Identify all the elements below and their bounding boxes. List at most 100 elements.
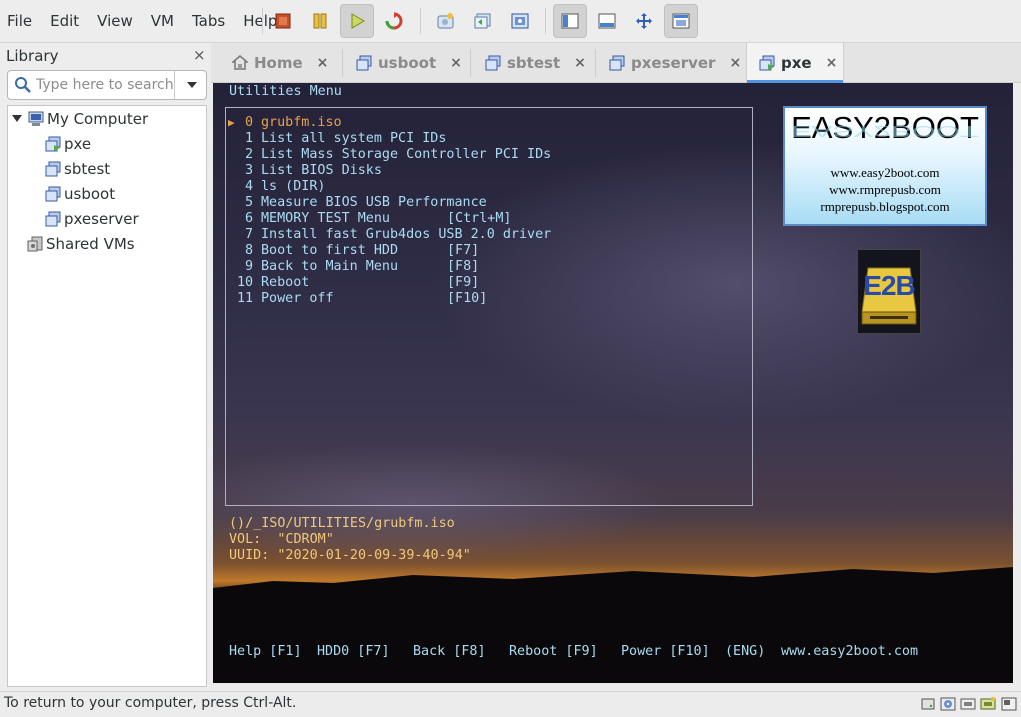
show-thumbnail-bar-button[interactable] <box>590 4 624 38</box>
tab-pxeserver[interactable]: pxeserver × <box>609 43 741 82</box>
menu-item-hotkey: [F9] <box>447 275 480 290</box>
library-title: Library <box>6 47 59 65</box>
search-dropdown-button[interactable] <box>174 71 208 99</box>
tree-item-sbtest[interactable]: sbtest <box>45 157 110 181</box>
status-message: To return to your computer, press Ctrl-A… <box>4 695 297 711</box>
tree-item-label: sbtest <box>64 160 111 178</box>
menu-tabs[interactable]: Tabs <box>183 0 234 42</box>
full-screen-button[interactable] <box>627 4 661 38</box>
power-off-button[interactable] <box>266 4 300 38</box>
boot-menu-item[interactable]: MEMORY TEST Menu <box>261 211 390 227</box>
iso-path: ()/_ISO/UTILITIES/grubfm.iso <box>229 516 455 531</box>
tree-item-my-computer[interactable]: My Computer <box>12 107 148 131</box>
tab-usboot[interactable]: usboot × <box>356 43 462 82</box>
toolbar-separator <box>420 8 421 34</box>
boot-menu-item[interactable]: Reboot <box>261 275 309 291</box>
show-library-button[interactable] <box>553 4 587 38</box>
menu-item-number: 8 <box>245 243 254 258</box>
tree-item-pxeserver[interactable]: pxeserver <box>45 207 139 231</box>
chevron-down-icon <box>186 82 197 88</box>
boot-menu-item[interactable]: Power off <box>261 291 334 307</box>
tab-close-icon[interactable]: × <box>729 55 741 71</box>
tab-close-icon[interactable]: × <box>450 55 462 71</box>
vm-icon <box>45 211 61 227</box>
logo-url-1: www.easy2boot.com <box>830 165 940 180</box>
menu-item-number: 0 <box>245 115 254 130</box>
tab-sbtest[interactable]: sbtest × <box>485 43 586 82</box>
menu-item-number: 2 <box>245 147 254 162</box>
footer-hdd0: HDD0 [F7] <box>317 644 390 659</box>
menu-item-number: 7 <box>245 227 254 242</box>
usb-icon[interactable] <box>980 696 996 712</box>
menu-item-number: 4 <box>245 179 254 194</box>
shared-vms-icon <box>27 236 43 252</box>
tree-item-label: Shared VMs <box>46 235 135 253</box>
footer-power: Power [F10] <box>621 644 710 659</box>
library-search <box>7 70 207 100</box>
vm-console[interactable]: Utilities Menu ▶ 0 grubfm.iso 1 List all sys… <box>213 83 1013 683</box>
message-icon[interactable] <box>1001 696 1017 712</box>
tab-close-icon[interactable]: × <box>826 55 838 71</box>
console-title: Utilities Menu <box>229 84 342 99</box>
boot-menu-item[interactable]: grubfm.iso <box>261 115 342 131</box>
logo-url-3: rmprepusb.blogspot.com <box>820 199 950 214</box>
library-close-icon[interactable]: × <box>193 46 206 64</box>
boot-menu-item[interactable]: Install fast Grub4dos USB 2.0 driver <box>261 227 551 243</box>
boot-menu-item[interactable]: List Mass Storage Controller PCI IDs <box>261 147 551 163</box>
menu-item-number: 6 <box>245 211 254 226</box>
hard-disk-icon[interactable] <box>920 696 936 712</box>
menu-item-hotkey: [F8] <box>447 259 480 274</box>
tree-item-label: pxe <box>64 135 92 153</box>
logo-reflection: EASY2BOOT <box>791 122 979 141</box>
revert-snapshot-icon <box>474 13 491 29</box>
menu-item-number: 9 <box>245 259 254 274</box>
expand-arrow-icon[interactable] <box>12 115 22 123</box>
boot-menu-item[interactable]: List BIOS Disks <box>261 163 382 179</box>
logo-url-2: www.rmprepusb.com <box>829 182 941 197</box>
boot-menu-item[interactable]: Measure BIOS USB Performance <box>261 195 487 211</box>
unity-button[interactable] <box>664 4 698 38</box>
menu-edit[interactable]: Edit <box>41 0 88 42</box>
boot-menu-item[interactable]: ls (DIR) <box>261 179 326 195</box>
e2b-badge-text: E2B <box>863 270 915 301</box>
tab-label: usboot <box>378 53 437 72</box>
e2b-badge: E2B <box>857 249 921 334</box>
menu-selector-arrow: ▶ <box>228 116 235 129</box>
menu-file[interactable]: File <box>0 0 41 42</box>
menu-item-number: 3 <box>245 163 254 178</box>
network-icon[interactable] <box>960 696 976 712</box>
menu-item-number: 11 <box>237 291 254 306</box>
vm-running-icon <box>759 55 775 70</box>
search-input[interactable] <box>36 75 174 95</box>
revert-snapshot-button[interactable] <box>466 4 500 38</box>
power-on-icon <box>351 13 365 29</box>
home-icon <box>232 55 248 70</box>
tree-item-usboot[interactable]: usboot <box>45 182 115 206</box>
menu-vm[interactable]: VM <box>142 0 183 42</box>
boot-menu-item[interactable]: Back to Main Menu <box>261 259 398 275</box>
menu-view[interactable]: View <box>88 0 142 42</box>
boot-menu-item[interactable]: Boot to first HDD <box>261 243 398 259</box>
tab-close-icon[interactable]: × <box>317 55 329 71</box>
suspend-button[interactable] <box>303 4 337 38</box>
tab-pxe[interactable]: pxe × <box>746 43 844 83</box>
boot-menu-item[interactable]: List all system PCI IDs <box>261 131 446 147</box>
snapshot-button[interactable] <box>429 4 463 38</box>
power-on-button[interactable] <box>340 4 374 38</box>
status-bar: To return to your computer, press Ctrl-A… <box>0 691 1021 717</box>
reset-button[interactable] <box>377 4 411 38</box>
volume-label: VOL: "CDROM" <box>229 532 334 547</box>
menu-item-hotkey: [F7] <box>447 243 480 258</box>
tree-item-pxe[interactable]: pxe <box>45 132 91 156</box>
cd-rom-icon[interactable] <box>940 696 956 712</box>
tab-home[interactable]: Home × <box>232 43 328 82</box>
tab-close-icon[interactable]: × <box>574 55 586 71</box>
vm-icon <box>609 55 625 70</box>
toolbar-separator <box>262 8 263 34</box>
tree-item-label: usboot <box>64 185 116 203</box>
tree-item-shared-vms[interactable]: Shared VMs <box>27 232 135 256</box>
toolbar-separator <box>545 8 546 34</box>
vm-icon <box>485 55 501 70</box>
menu-item-hotkey: [Ctrl+M] <box>447 211 512 226</box>
manage-snapshots-button[interactable] <box>503 4 537 38</box>
